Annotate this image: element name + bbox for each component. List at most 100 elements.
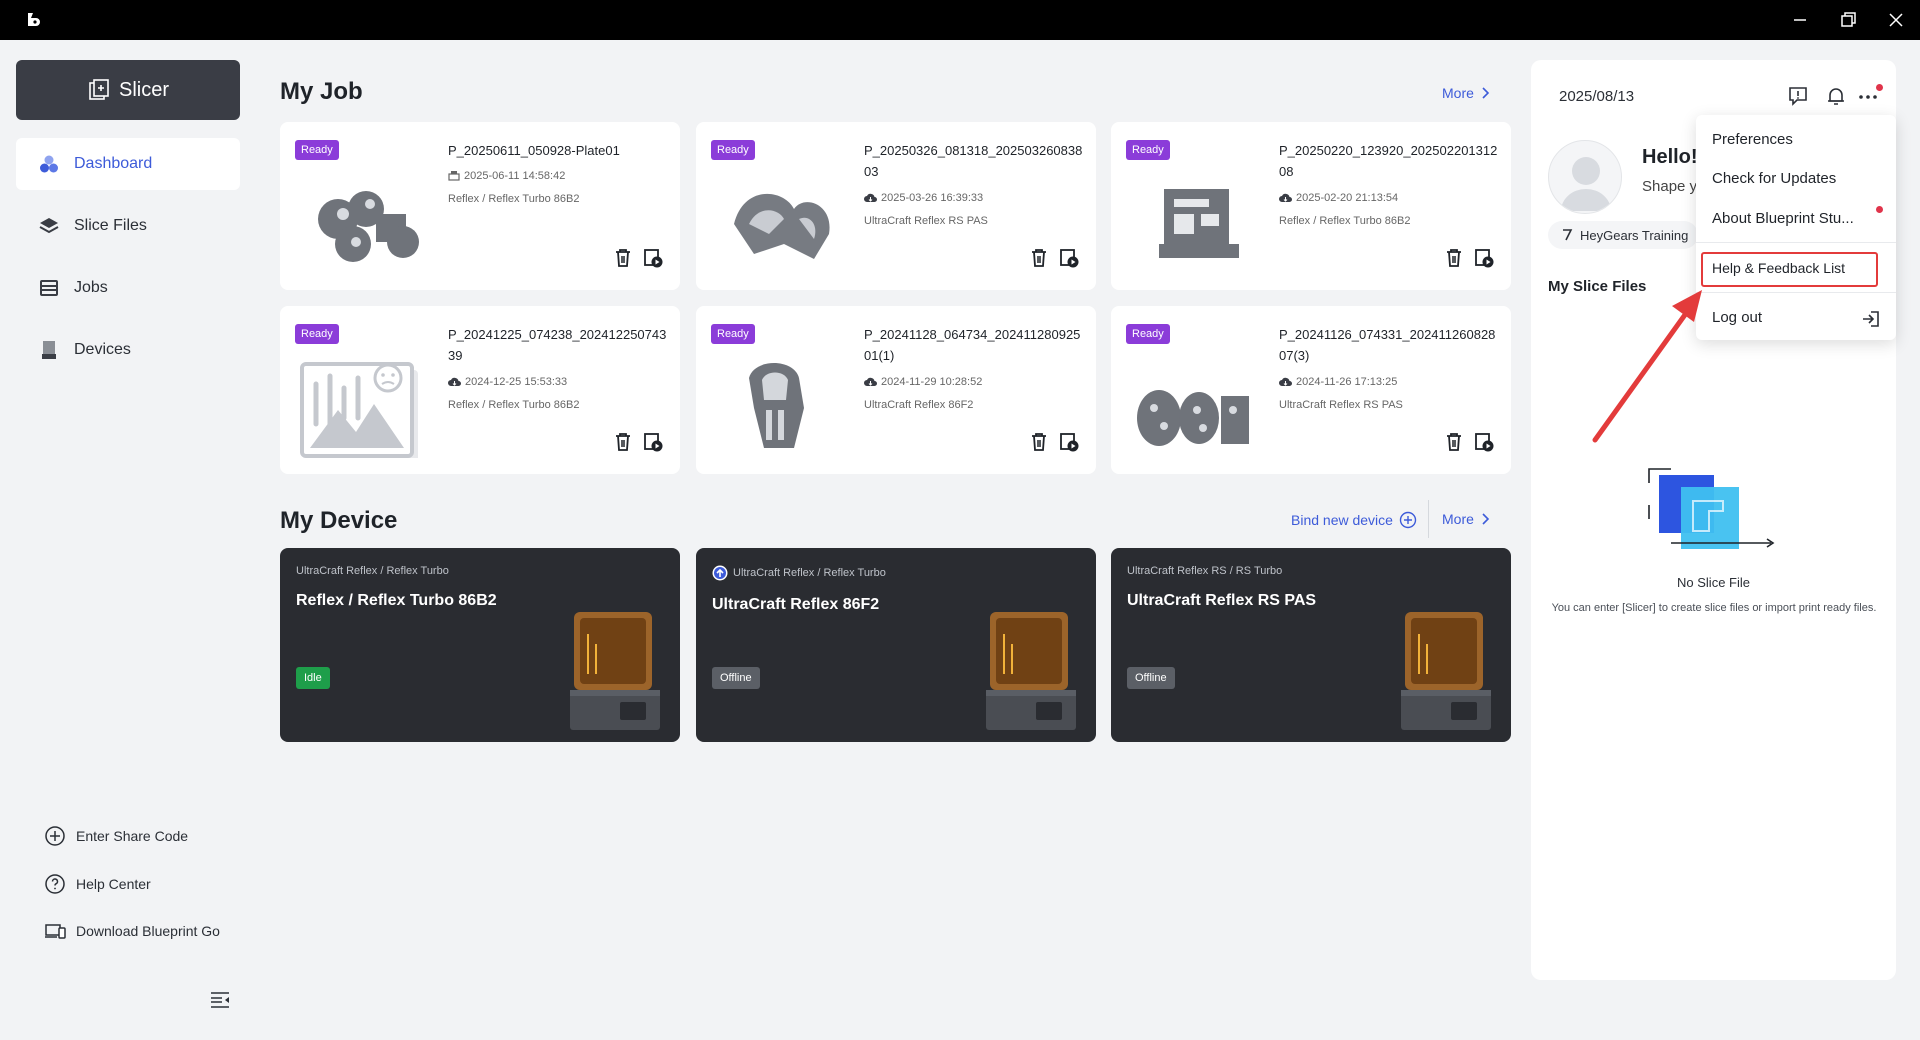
bell-icon[interactable] xyxy=(1825,85,1847,107)
nav-slice-files-label: Slice Files xyxy=(74,217,147,234)
annotation-arrow xyxy=(1592,290,1702,443)
device-status-badge: Offline xyxy=(1127,667,1175,689)
job-date: 2024-11-29 10:28:52 xyxy=(864,376,982,388)
job-card[interactable]: Ready P_20250220_123920_20250220131208 202… xyxy=(1111,122,1511,290)
device-card[interactable]: UltraCraft Reflex / Reflex Turbo UltraCra… xyxy=(696,548,1096,742)
job-name: P_20250611_050928-Plate01 xyxy=(448,143,620,158)
print-job-icon[interactable] xyxy=(642,431,664,453)
menu-divider xyxy=(1696,292,1896,293)
devices-icon xyxy=(45,924,66,939)
status-badge: Ready xyxy=(711,140,755,160)
more-options-menu: Preferences Check for Updates About Blue… xyxy=(1696,115,1896,340)
menu-preferences[interactable]: Preferences xyxy=(1696,122,1896,158)
bind-new-device-link[interactable]: Bind new device xyxy=(1291,511,1417,529)
update-dot xyxy=(1876,206,1883,213)
job-date: 2025-06-11 14:58:42 xyxy=(448,170,565,182)
job-card[interactable]: Ready P_20241128_064734_20241128092501(1)… xyxy=(696,306,1096,474)
restore-icon[interactable] xyxy=(1836,8,1860,32)
trash-icon[interactable] xyxy=(612,247,634,269)
avatar[interactable] xyxy=(1548,140,1622,214)
notification-dot xyxy=(1876,84,1883,91)
device-card[interactable]: UltraCraft Reflex RS / RS Turbo UltraCraf… xyxy=(1111,548,1511,742)
help-center-link[interactable]: Help Center xyxy=(44,873,151,895)
user-avatar-icon xyxy=(1561,157,1611,211)
my-device-title: My Device xyxy=(280,507,398,534)
feedback-icon[interactable] xyxy=(1787,85,1809,107)
jobs-icon xyxy=(40,280,58,296)
print-job-icon[interactable] xyxy=(1473,247,1495,269)
printer-image xyxy=(986,612,1076,730)
device-model: UltraCraft Reflex / Reflex Turbo xyxy=(296,565,449,577)
close-icon[interactable] xyxy=(1884,8,1908,32)
device-name: UltraCraft Reflex RS PAS xyxy=(1127,592,1317,609)
menu-log-out-label: Log out xyxy=(1712,309,1763,326)
job-thumbnail xyxy=(749,363,804,448)
trash-icon[interactable] xyxy=(1028,247,1050,269)
cloud-icon xyxy=(448,377,461,386)
heygears-training-label: HeyGears Training xyxy=(1580,227,1689,243)
shape-tagline: Shape y xyxy=(1642,178,1698,195)
job-card[interactable]: Ready P_20250326_081318_20250326083803 202… xyxy=(696,122,1096,290)
job-card[interactable]: Ready P_20241126_074331_20241126082807(3)… xyxy=(1111,306,1511,474)
my-device-more-link[interactable]: More xyxy=(1442,511,1490,527)
hello-greeting: Hello! xyxy=(1642,146,1698,168)
job-name: P_20241128_064734_20241128092501(1) xyxy=(864,327,1081,363)
my-job-more-link[interactable]: More xyxy=(1442,85,1490,101)
empty-slice-file-illustration xyxy=(1648,468,1775,549)
collapse-sidebar-icon[interactable] xyxy=(208,988,232,1012)
sidebar: Slicer Dashboard Slice Files Jobs Device… xyxy=(0,40,255,1040)
training-icon xyxy=(1563,229,1573,241)
trash-icon[interactable] xyxy=(1443,431,1465,453)
menu-about-blueprint[interactable]: About Blueprint Stu... xyxy=(1696,201,1871,237)
trash-icon[interactable] xyxy=(1443,247,1465,269)
device-card[interactable]: UltraCraft Reflex / Reflex Turbo Reflex /… xyxy=(280,548,680,742)
device-model-text: UltraCraft Reflex / Reflex Turbo xyxy=(296,565,449,577)
nav-jobs[interactable]: Jobs xyxy=(16,262,240,314)
nav-dashboard[interactable]: Dashboard xyxy=(16,138,240,190)
app-logo-icon xyxy=(28,13,40,26)
printer-image xyxy=(570,612,660,730)
logout-icon[interactable] xyxy=(1861,309,1881,329)
job-name: P_20250220_123920_20250220131208 xyxy=(1279,143,1498,179)
cloud-icon xyxy=(864,193,877,202)
status-badge: Ready xyxy=(295,140,339,160)
enter-share-code-link[interactable]: Enter Share Code xyxy=(44,825,188,847)
trash-icon[interactable] xyxy=(612,431,634,453)
job-device: UltraCraft Reflex RS PAS xyxy=(1279,399,1403,411)
nav-slice-files[interactable]: Slice Files xyxy=(16,200,240,252)
job-date: 2024-12-25 15:53:33 xyxy=(448,376,567,388)
printer-image xyxy=(1401,612,1491,730)
bind-new-device-label: Bind new device xyxy=(1291,512,1393,528)
nav-devices[interactable]: Devices xyxy=(16,324,240,376)
plus-circle-icon xyxy=(45,826,65,846)
print-job-icon[interactable] xyxy=(1473,431,1495,453)
job-date-text: 2024-11-29 10:28:52 xyxy=(881,376,983,388)
plus-circle-icon xyxy=(1399,511,1417,529)
device-name: Reflex / Reflex Turbo 86B2 xyxy=(296,592,497,609)
minimize-icon[interactable] xyxy=(1788,8,1812,32)
job-date-text: 2024-12-25 15:53:33 xyxy=(465,376,568,388)
trash-icon[interactable] xyxy=(1028,431,1050,453)
print-job-icon[interactable] xyxy=(1058,247,1080,269)
status-badge: Ready xyxy=(1126,324,1170,344)
cloud-icon xyxy=(1279,193,1292,202)
job-date-text: 2025-06-11 14:58:42 xyxy=(464,170,566,182)
device-links-divider xyxy=(1428,500,1429,538)
print-job-icon[interactable] xyxy=(642,247,664,269)
job-date-text: 2025-03-26 16:39:33 xyxy=(881,192,984,204)
job-card[interactable]: Ready P_20250611_050928-Plate01 2025-06-11… xyxy=(280,122,680,290)
heygears-training-button[interactable]: HeyGears Training xyxy=(1548,221,1698,249)
job-device: Reflex / Reflex Turbo 86B2 xyxy=(448,399,580,411)
my-job-more-label: More xyxy=(1442,85,1474,101)
upgrade-icon xyxy=(712,565,728,581)
job-thumbnail xyxy=(734,193,830,259)
menu-check-for-updates[interactable]: Check for Updates xyxy=(1696,161,1896,197)
slicer-button[interactable]: Slicer xyxy=(16,60,240,120)
printer-icon xyxy=(448,171,460,181)
status-badge: Ready xyxy=(295,324,339,344)
download-blueprint-go-link[interactable]: Download Blueprint Go xyxy=(44,920,220,942)
status-badge: Ready xyxy=(711,324,755,344)
job-card[interactable]: Ready P_20241225_074238_20241225074339 202… xyxy=(280,306,680,474)
print-job-icon[interactable] xyxy=(1058,431,1080,453)
device-model: UltraCraft Reflex RS / RS Turbo xyxy=(1127,565,1282,577)
